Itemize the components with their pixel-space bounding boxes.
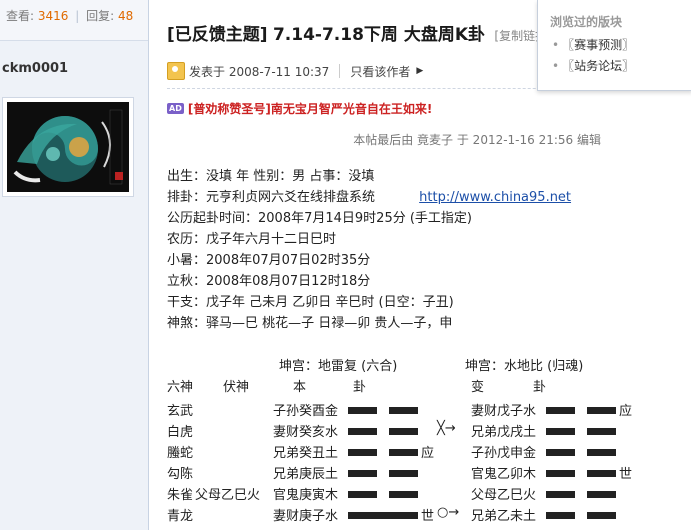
visited-forum-link[interactable]: 〖站务论坛〗: [538, 56, 691, 77]
ben-line-label: 兄弟癸丑土: [273, 446, 339, 461]
dragon-turtle-avatar-icon: [7, 102, 129, 192]
title-text: 7.14-7.18下周 大盘周K卦: [272, 25, 485, 45]
line-time: 公历起卦时间：2008年7月14日9时25分 (手工指定): [167, 211, 472, 226]
only-author-link[interactable]: 只看该作者: [350, 63, 410, 80]
bian-yao-yin-line-right: [587, 428, 616, 435]
bian-line-label: 子孙戊申金: [471, 446, 537, 461]
popup-title: 浏览过的版块: [550, 15, 623, 29]
online-status-icon: [167, 62, 185, 80]
ben-yao-yang-line: [348, 512, 418, 519]
bian-shi-ying-mark: 世: [619, 467, 633, 482]
ben-line-label: 兄弟庚辰土: [273, 467, 339, 482]
bian-shi-ying-mark: 应: [619, 404, 633, 419]
triangle-right-icon: ▶: [416, 66, 424, 76]
bian-yao-yin-line-right: [587, 470, 616, 477]
bian-yao-yin-line-left: [546, 512, 575, 519]
change-operator: ╳→: [437, 421, 456, 436]
header-liushen: 六神: [167, 380, 194, 395]
bian-gua-title: 坤宫：水地比 (归魂): [465, 359, 584, 374]
system-label: 排卦：元亨利贞网六爻在线排盘系统: [167, 190, 376, 205]
ben-line-label: 官鬼庚寅木: [273, 488, 339, 503]
line-liqiu: 立秋：2008年08月07日12时18分: [167, 274, 371, 289]
edit-notice: 本帖最后由 竟麦子 于 2012-1-16 21:56 编辑: [353, 133, 601, 147]
bian-yao-yin-line-left: [546, 491, 575, 498]
bian-yao-yin-line-right: [587, 449, 616, 456]
title-tag: [已反馈主题]: [167, 25, 268, 45]
liushen-cell: 螣蛇: [167, 446, 194, 461]
ben-yao-yin-line-right: [389, 449, 418, 456]
ben-yao-yin-line-right: [389, 407, 418, 414]
replies-count: 48: [118, 9, 134, 23]
liushen-cell: 朱雀: [167, 488, 194, 503]
avatar[interactable]: [7, 102, 129, 192]
bian-yao-yin-line-right: [587, 512, 616, 519]
liushen-cell: 青龙: [167, 509, 194, 524]
header-bian-gua: 卦: [533, 380, 547, 395]
header-ben: 本: [293, 380, 307, 395]
header-bian: 变: [471, 380, 485, 395]
ben-yao-yin-line-right: [389, 491, 418, 498]
post-meta: 发表于 2008-7-11 10:37 只看该作者 ▶: [167, 62, 423, 80]
line-lunar: 农历：戊子年六月十二日巳时: [167, 232, 337, 247]
bian-line-label: 兄弟戊戌土: [471, 425, 537, 440]
bian-yao-yin-line-left: [546, 407, 575, 414]
bian-yao-yin-line-left: [546, 449, 575, 456]
post-body: 出生：没填 年 性别：男 占事：没填 排卦：元亨利贞网六爻在线排盘系统 http…: [167, 166, 571, 334]
visited-forum-link[interactable]: 〖赛事预测〗: [538, 35, 691, 56]
avatar-frame[interactable]: [2, 97, 134, 197]
ben-shi-ying-mark: 世: [421, 509, 435, 524]
ben-yao-yin-line-left: [348, 470, 377, 477]
author-username[interactable]: ckm0001: [0, 41, 148, 81]
ben-line-label: 妻财癸亥水: [273, 425, 339, 440]
ben-yao-yin-line-left: [348, 407, 377, 414]
line-system: 排卦：元亨利贞网六爻在线排盘系统 http://www.china95.net: [167, 187, 571, 208]
thread-title: [已反馈主题] 7.14-7.18下周 大盘周K卦 [复制链接]: [167, 20, 552, 45]
stats-divider: |: [75, 9, 80, 23]
liushen-cell: 白虎: [167, 425, 194, 440]
line-birth: 出生：没填 年 性别：男 占事：没填: [167, 169, 375, 184]
line-shensha: 神煞：驿马—巳 桃花—子 日禄—卯 贵人—子，申: [167, 316, 453, 331]
ad-banner[interactable]: AD [普劝称赞圣号]南无宝月智严光音自在王如来!: [167, 100, 432, 117]
external-link[interactable]: http://www.china95.net: [419, 190, 571, 205]
line-ganzhi: 干支：戊子年 己未月 乙卯日 辛巳时 (日空：子丑): [167, 295, 454, 310]
post-date: 发表于 2008-7-11 10:37: [189, 64, 330, 79]
liushen-cell: 勾陈: [167, 467, 194, 482]
thread-stats: 查看: 3416 | 回复: 48: [0, 0, 148, 41]
visited-forums-popup: 浏览过的版块 〖赛事预测〗 〖站务论坛〗: [537, 0, 691, 91]
bian-line-label: 兄弟乙未土: [471, 509, 537, 524]
ben-yao-yin-line-left: [348, 449, 377, 456]
author-sidebar: 查看: 3416 | 回复: 48 ckm0001: [0, 0, 149, 530]
bian-yao-yin-line-right: [587, 491, 616, 498]
views-count: 3416: [37, 9, 69, 23]
ad-link[interactable]: [普劝称赞圣号]南无宝月智严光音自在王如来!: [188, 100, 432, 117]
ben-gua-title: 坤宫：地雷复 (六合): [279, 359, 398, 374]
bian-line-label: 妻财戊子水: [471, 404, 537, 419]
fushen-cell: 父母乙巳火: [195, 488, 261, 503]
bian-yao-yin-line-left: [546, 428, 575, 435]
bian-line-label: 官鬼乙卯木: [471, 467, 537, 482]
meta-divider: [339, 64, 341, 78]
replies-label: 回复:: [86, 9, 115, 23]
ben-line-label: 妻财庚子水: [273, 509, 339, 524]
bian-line-label: 父母乙巳火: [471, 488, 537, 503]
ben-yao-yin-line-left: [348, 491, 377, 498]
ben-yao-yin-line-right: [389, 470, 418, 477]
header-fushen: 伏神: [223, 380, 250, 395]
views-label: 查看:: [6, 9, 35, 23]
line-xiaoshu: 小暑：2008年07月07日02时35分: [167, 253, 371, 268]
ben-yao-yin-line-right: [389, 428, 418, 435]
ben-yao-yin-line-left: [348, 428, 377, 435]
liushen-cell: 玄武: [167, 404, 194, 419]
header-ben-gua: 卦: [353, 380, 367, 395]
ad-badge-icon: AD: [167, 103, 184, 114]
ben-shi-ying-mark: 应: [421, 446, 435, 461]
bian-yao-yin-line-right: [587, 407, 616, 414]
ben-line-label: 子孙癸酉金: [273, 404, 339, 419]
change-operator: ○→: [437, 505, 460, 520]
bian-yao-yin-line-left: [546, 470, 575, 477]
